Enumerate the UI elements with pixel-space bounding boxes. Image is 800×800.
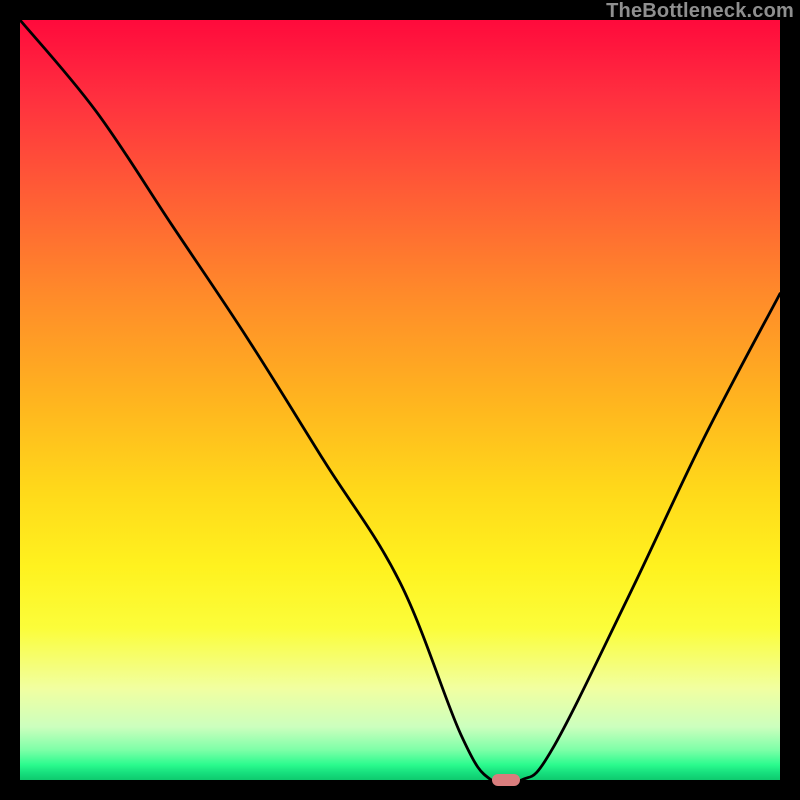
chart-frame: TheBottleneck.com	[0, 0, 800, 800]
curve-path	[20, 20, 780, 780]
plot-area	[20, 20, 780, 780]
bottleneck-curve	[20, 20, 780, 780]
min-marker	[492, 774, 520, 786]
